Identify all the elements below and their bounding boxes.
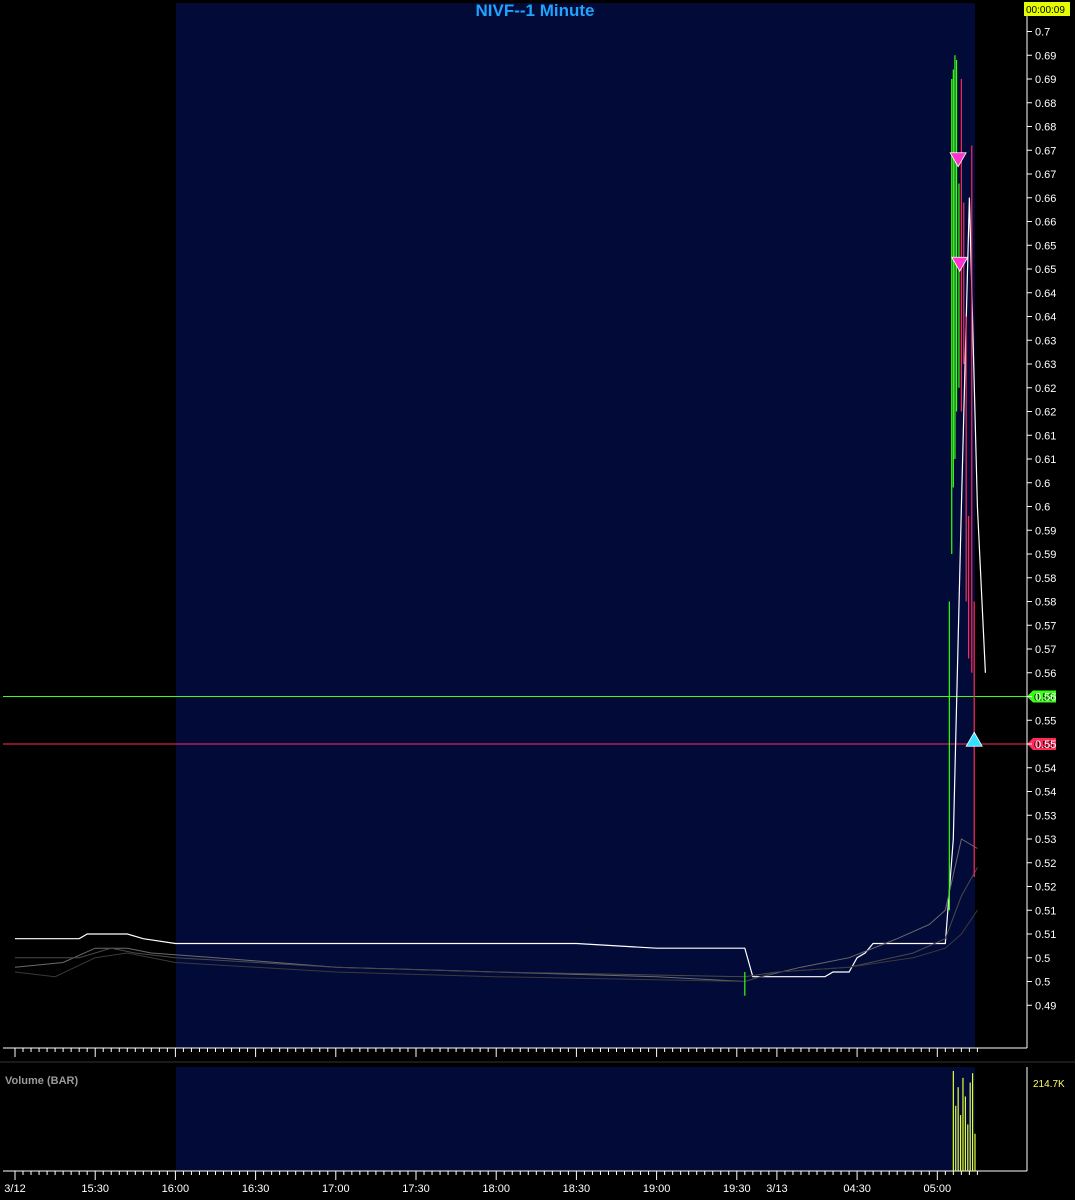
chart-title: NIVF--1 Minute xyxy=(476,1,595,20)
x-tick-label: 17:00 xyxy=(322,1183,350,1195)
y-tick-label: 0.6 xyxy=(1035,502,1050,514)
x-tick-label: 3/13 xyxy=(766,1183,787,1195)
y-tick-label: 0.65 xyxy=(1035,240,1056,252)
y-tick-label: 0.54 xyxy=(1035,787,1056,799)
x-tick-label: 19:00 xyxy=(643,1183,671,1195)
y-tick-label: 0.66 xyxy=(1035,217,1056,229)
y-tick-label: 0.54 xyxy=(1035,763,1056,775)
y-tick-label: 0.59 xyxy=(1035,549,1056,561)
y-tick-label: 0.62 xyxy=(1035,407,1056,419)
y-tick-label: 0.51 xyxy=(1035,905,1056,917)
x-tick-label: 19:30 xyxy=(723,1183,751,1195)
y-tick-label: 0.61 xyxy=(1035,454,1056,466)
y-tick-label: 0.51 xyxy=(1035,929,1056,941)
x-tick-label: 16:30 xyxy=(242,1183,270,1195)
y-tick-label: 0.55 xyxy=(1035,715,1056,727)
volume-label: Volume (BAR) xyxy=(5,1075,78,1087)
y-tick-label: 0.58 xyxy=(1035,573,1056,585)
afterhours-shading xyxy=(176,3,975,1048)
y-tick-label: 0.7 xyxy=(1035,27,1050,39)
y-tick-label: 0.52 xyxy=(1035,858,1056,870)
y-tick-label: 0.57 xyxy=(1035,620,1056,632)
y-tick-label: 0.6 xyxy=(1035,478,1050,490)
y-tick-label: 0.59 xyxy=(1035,525,1056,537)
y-tick-label: 0.68 xyxy=(1035,122,1056,134)
y-tick-label: 0.53 xyxy=(1035,834,1056,846)
y-tick-label: 0.62 xyxy=(1035,383,1056,395)
x-tick-label: 04:30 xyxy=(843,1183,871,1195)
y-tick-label: 0.52 xyxy=(1035,882,1056,894)
y-tick-label: 0.66 xyxy=(1035,193,1056,205)
x-tick-label: 17:30 xyxy=(402,1183,430,1195)
x-tick-label: 05:00 xyxy=(924,1183,952,1195)
y-tick-label: 0.69 xyxy=(1035,50,1056,62)
y-tick-label: 0.57 xyxy=(1035,644,1056,656)
y-tick-label: 0.61 xyxy=(1035,430,1056,442)
y-tick-label: 0.64 xyxy=(1035,288,1056,300)
y-tick-label: 0.58 xyxy=(1035,597,1056,609)
price-chart: 0.56 0.55 0.7 0.69 0.69 0.68 0.68 0.67 0.67 0.66… xyxy=(0,0,1075,1200)
y-tick-label: 0.67 xyxy=(1035,145,1056,157)
y-tick-label: 0.49 xyxy=(1035,1000,1056,1012)
x-tick-label: 15:30 xyxy=(81,1183,109,1195)
y-tick-label: 0.65 xyxy=(1035,264,1056,276)
y-tick-label: 0.68 xyxy=(1035,98,1056,110)
y-tick-label: 0.5 xyxy=(1035,977,1050,989)
y-tick-label: 0.53 xyxy=(1035,810,1056,822)
y-tick-label: 0.5 xyxy=(1035,953,1050,965)
y-tick-label: 0.64 xyxy=(1035,312,1056,324)
timer-text: 00:00:09 xyxy=(1026,5,1065,16)
x-tick-label: 3/12 xyxy=(4,1183,25,1195)
y-tick-label: 0.63 xyxy=(1035,335,1056,347)
y-tick-label: 0.56 xyxy=(1035,668,1056,680)
y-tick-label: 0.67 xyxy=(1035,169,1056,181)
y-tick-label: 0.56 xyxy=(1035,692,1056,704)
y-tick-label: 0.55 xyxy=(1035,739,1056,751)
y-tick-label: 0.69 xyxy=(1035,74,1056,86)
volume-max-label: 214.7K xyxy=(1033,1079,1065,1090)
x-tick-label: 18:30 xyxy=(563,1183,591,1195)
volume-afterhours-shading xyxy=(176,1067,975,1171)
y-tick-label: 0.63 xyxy=(1035,359,1056,371)
x-tick-label: 16:00 xyxy=(162,1183,190,1195)
x-tick-label: 18:00 xyxy=(482,1183,510,1195)
